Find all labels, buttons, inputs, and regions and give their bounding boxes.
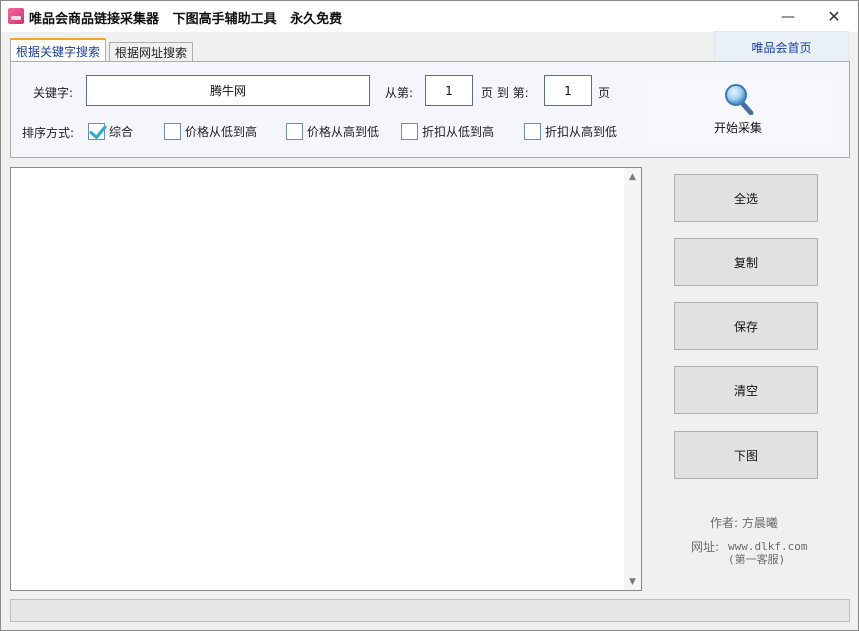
to-page-label: 页 到 第: [481, 86, 529, 100]
sort-option-label: 折扣从低到高 [422, 124, 495, 139]
sort-option-discount-asc[interactable]: 折扣从低到高 [401, 121, 511, 141]
start-collect-label: 开始采集 [713, 121, 762, 135]
sort-option-label: 综合 [109, 124, 134, 139]
from-page-label: 从第: [385, 86, 414, 100]
download-images-button[interactable]: 下图 [674, 431, 818, 479]
sort-option-label: 折扣从高到低 [545, 124, 618, 139]
scroll-up-icon[interactable]: ▲ [624, 168, 641, 185]
close-button[interactable]: ✕ [811, 1, 857, 32]
save-button[interactable]: 保存 [674, 302, 818, 350]
sort-option-label: 价格从低到高 [185, 124, 258, 139]
copy-button[interactable]: 复制 [674, 238, 818, 286]
checkbox-checked[interactable] [88, 122, 105, 140]
vertical-scrollbar[interactable]: ▲ ▼ [624, 168, 641, 590]
checkbox[interactable] [524, 122, 541, 140]
keyword-label: 关键字: [33, 86, 74, 100]
sort-option-discount-desc[interactable]: 折扣从高到低 [524, 121, 634, 141]
sort-option-label: 价格从高到低 [307, 124, 380, 139]
sort-option-price-asc[interactable]: 价格从低到高 [164, 121, 274, 141]
window-title: 唯品会商品链接采集器 下图高手辅助工具 永久免费 [29, 12, 343, 27]
vip-home-button[interactable]: 唯品会首页 [714, 31, 849, 63]
author-text: 作者: 方晨曦 [710, 516, 778, 530]
page-suffix-label: 页 [598, 86, 611, 100]
sort-option-comprehensive[interactable]: 综合 [88, 121, 150, 141]
start-collect-button[interactable]: 开始采集 [643, 79, 833, 143]
sort-label: 排序方式: [22, 126, 75, 140]
title-bar[interactable]: 唯品会商品链接采集器 下图高手辅助工具 永久免费 — ✕ [1, 1, 858, 32]
tab-url-search[interactable]: 根据网址搜索 [109, 42, 194, 62]
app-icon [8, 8, 24, 24]
checkbox[interactable] [164, 122, 181, 140]
checkbox[interactable] [286, 122, 303, 140]
select-all-button[interactable]: 全选 [674, 174, 818, 222]
tab-keyword-search[interactable]: 根据关键字搜索 [10, 38, 107, 62]
website-label: 网址: [691, 540, 720, 554]
minimize-button[interactable]: — [765, 1, 811, 32]
clear-button[interactable]: 清空 [674, 366, 818, 414]
scroll-down-icon[interactable]: ▼ [624, 573, 641, 590]
app-window: 唯品会商品链接采集器 下图高手辅助工具 永久免费 — ✕ 唯品会首页 根据关键字… [0, 0, 859, 631]
from-page-input[interactable]: 1 [425, 75, 473, 106]
to-page-input[interactable]: 1 [544, 75, 592, 106]
results-textarea[interactable]: ▲ ▼ [10, 167, 642, 591]
sort-option-price-desc[interactable]: 价格从高到低 [286, 121, 396, 141]
progress-bar [10, 599, 850, 622]
magnifier-icon [725, 84, 754, 115]
website-note: (第一客服) [728, 553, 786, 566]
keyword-input[interactable]: 腾牛网 [86, 75, 370, 106]
checkbox[interactable] [401, 122, 418, 140]
